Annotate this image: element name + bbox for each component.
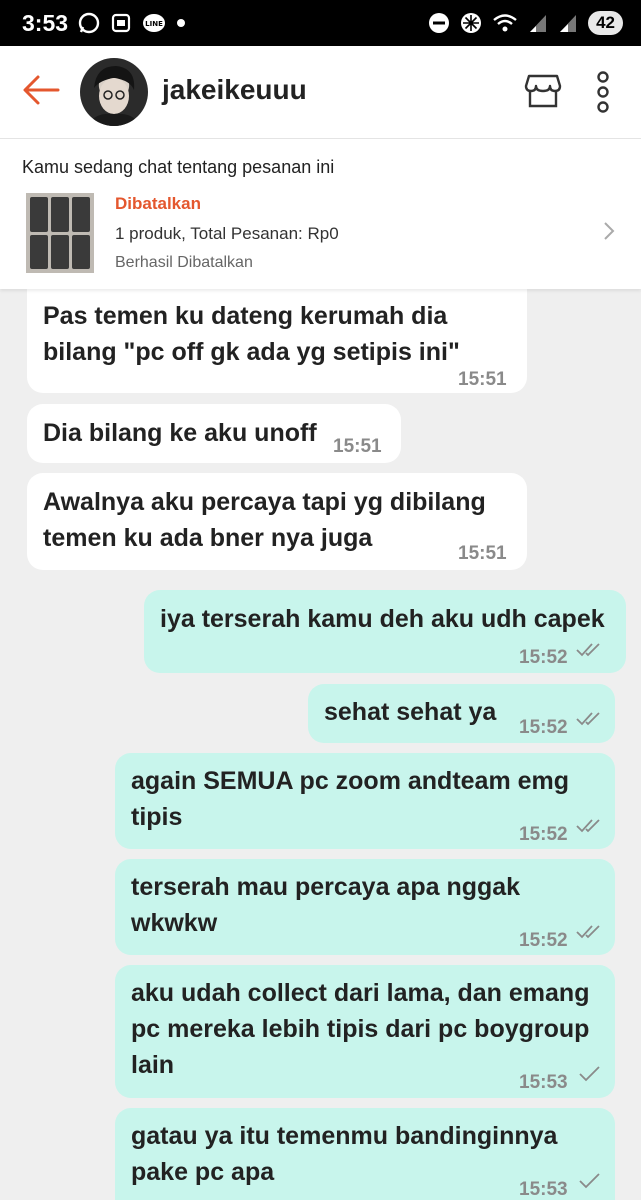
chevron-right-icon[interactable] <box>603 221 615 241</box>
message-bubble-incoming[interactable]: Dia bilang ke aku unoff 15:51 <box>27 404 401 463</box>
message-text: pake pc apa <box>131 1158 275 1186</box>
message-bubble-incoming[interactable]: Awalnya aku percaya tapi yg dibilang tem… <box>27 473 527 570</box>
status-bar: 3:53 LINE 42 <box>0 0 641 46</box>
store-icon[interactable] <box>524 72 562 110</box>
message-text: again SEMUA pc zoom andteam emg <box>131 767 570 795</box>
message-list[interactable]: Pas temen ku dateng kerumah dia bilang "… <box>0 289 641 1200</box>
order-summary: 1 produk, Total Pesanan: Rp0 <box>115 224 339 243</box>
message-text: wkwkw <box>131 909 218 937</box>
message-text: Awalnya aku percaya tapi yg dibilang <box>43 488 486 516</box>
avatar[interactable] <box>80 58 148 126</box>
message-time: 15:53 <box>519 1179 568 1200</box>
message-bubble-incoming[interactable]: Pas temen ku dateng kerumah dia bilang "… <box>27 289 527 393</box>
back-arrow-icon[interactable] <box>22 74 60 106</box>
message-time: 15:53 <box>519 1072 568 1093</box>
message-bubble-outgoing[interactable]: aku udah collect dari lama, dan emang pc… <box>115 965 615 1098</box>
message-text: aku udah collect dari lama, dan emang <box>131 979 590 1007</box>
order-card[interactable]: Kamu sedang chat tentang pesanan ini Dib… <box>0 139 641 289</box>
message-time: 15:52 <box>519 930 568 951</box>
order-status: Dibatalkan <box>115 194 201 213</box>
single-check-icon <box>579 1173 600 1189</box>
product-thumbnail <box>26 193 94 273</box>
signal-icon <box>530 15 547 32</box>
double-check-icon <box>576 925 600 939</box>
dnd-icon <box>429 13 450 33</box>
battery-level: 42 <box>588 11 623 35</box>
message-text: gatau ya itu temenmu bandinginnya <box>131 1122 558 1150</box>
message-text: Pas temen ku dateng kerumah dia <box>43 302 448 330</box>
message-text: temen ku ada bner nya juga <box>43 524 373 552</box>
more-vertical-icon[interactable] <box>594 71 612 113</box>
fan-icon <box>461 13 482 33</box>
status-time: 3:53 <box>22 10 69 36</box>
wifi-icon <box>493 14 517 32</box>
message-time: 15:51 <box>458 369 507 390</box>
chat-username[interactable]: jakeikeuuu <box>162 74 307 106</box>
message-bubble-outgoing[interactable]: iya terserah kamu deh aku udh capek 15:5… <box>144 590 626 673</box>
double-check-icon <box>576 643 600 657</box>
message-bubble-outgoing[interactable]: gatau ya itu temenmu bandinginnya pake p… <box>115 1108 615 1200</box>
svg-text:LINE: LINE <box>145 20 163 28</box>
message-bubble-outgoing[interactable]: sehat sehat ya 15:52 <box>308 684 615 743</box>
dot-icon <box>177 19 185 27</box>
message-bubble-outgoing[interactable]: terserah mau percaya apa nggak wkwkw 15:… <box>115 859 615 955</box>
order-caption: Kamu sedang chat tentang pesanan ini <box>22 157 335 177</box>
message-bubble-outgoing[interactable]: again SEMUA pc zoom andteam emg tipis 15… <box>115 753 615 849</box>
message-text: sehat sehat ya <box>324 698 497 726</box>
message-time: 15:52 <box>519 647 568 668</box>
message-text: terserah mau percaya apa nggak <box>131 873 521 901</box>
message-text: tipis <box>131 803 183 831</box>
line-icon: LINE <box>143 14 165 32</box>
double-check-icon <box>576 819 600 833</box>
message-text: bilang "pc off gk ada yg setipis ini" <box>43 338 460 366</box>
double-check-icon <box>576 712 600 726</box>
order-note: Berhasil Dibatalkan <box>115 254 253 271</box>
single-check-icon <box>579 1066 600 1082</box>
message-time: 15:52 <box>519 717 568 738</box>
message-text: iya terserah kamu deh aku udh capek <box>160 605 605 633</box>
message-text: pc mereka lebih tipis dari pc boygroup <box>131 1015 590 1043</box>
message-text: lain <box>131 1051 175 1079</box>
message-time: 15:52 <box>519 824 568 845</box>
chat-header: jakeikeuuu <box>0 46 641 139</box>
message-time: 15:51 <box>458 543 507 564</box>
signal-icon <box>560 15 577 32</box>
whatsapp-icon <box>78 12 100 34</box>
message-text: Dia bilang ke aku unoff <box>43 419 317 447</box>
message-time: 15:51 <box>333 436 382 457</box>
screenshot-icon <box>111 13 131 33</box>
